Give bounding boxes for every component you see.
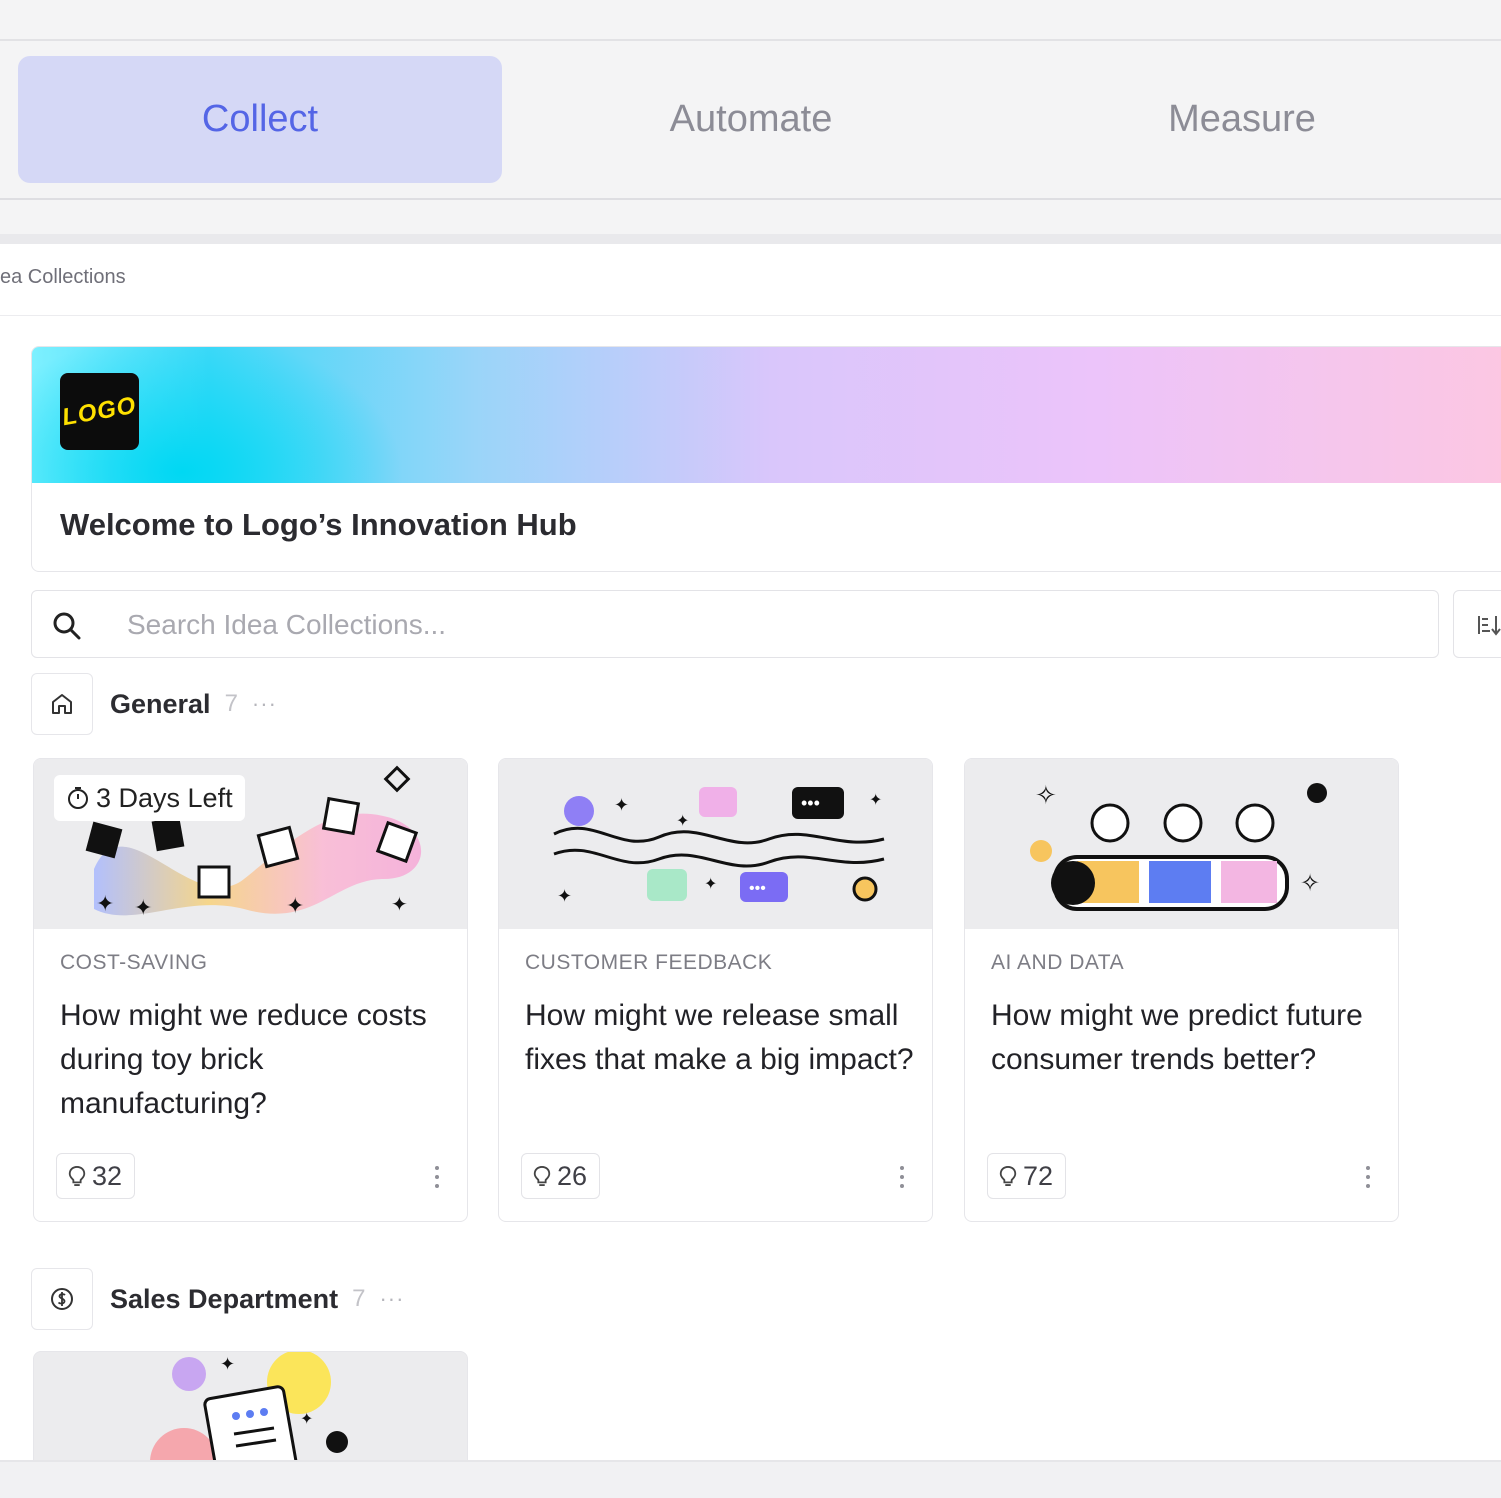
idea-collection-card[interactable]: ✦ ✦ ✦ ✦ 3 Days Left COST-SAVING How migh… <box>33 758 468 1222</box>
dollar-icon <box>51 1288 73 1310</box>
logo-text: LOGO <box>60 391 139 431</box>
lightbulbs-illustration: ✧ ✧ <box>1030 780 1327 911</box>
breadcrumb[interactable]: ea Collections <box>0 266 126 289</box>
company-logo: LOGO <box>60 373 139 450</box>
svg-text:✦: ✦ <box>96 891 114 916</box>
group-name: Sales Department <box>110 1283 339 1314</box>
group-header-sales-department[interactable]: Sales Department 7 ··· <box>31 1268 404 1330</box>
card-category: AI AND DATA <box>991 951 1125 974</box>
idea-count: 32 <box>56 1153 136 1199</box>
group-name: General <box>110 688 211 719</box>
svg-text:✦: ✦ <box>300 1411 313 1428</box>
svg-text:•••: ••• <box>801 793 820 813</box>
svg-text:✦: ✦ <box>391 894 408 916</box>
svg-text:✦: ✦ <box>676 813 689 830</box>
idea-collection-card[interactable]: ✦ ✦ <box>33 1351 468 1460</box>
card-category: COST-SAVING <box>60 951 208 974</box>
search-bar <box>31 590 1439 658</box>
group-more-button[interactable]: ··· <box>252 691 277 717</box>
timer-icon <box>68 787 88 809</box>
group-count: 7 <box>352 1285 366 1312</box>
card-title: How might we reduce costs during toy bri… <box>60 999 427 1120</box>
svg-text:✦: ✦ <box>134 895 152 920</box>
idea-count-value: 32 <box>92 1160 123 1191</box>
card-menu-button[interactable] <box>894 1157 910 1197</box>
svg-text:•••: ••• <box>749 880 766 897</box>
page-title: Welcome to Logo’s Innovation Hub <box>60 507 577 542</box>
idea-count-value: 26 <box>557 1160 588 1191</box>
tab-measure[interactable]: Measure <box>1000 56 1484 183</box>
group-more-button[interactable]: ··· <box>379 1286 404 1312</box>
sort-icon <box>1478 616 1501 636</box>
group-count: 7 <box>224 690 238 717</box>
bottom-band <box>0 1460 1501 1498</box>
card-illustration: ✧ ✧ <box>965 759 1398 929</box>
tab-bar: Collect Automate Measure <box>0 41 1501 199</box>
tab-automate[interactable]: Automate <box>509 56 993 183</box>
banner-gradient <box>32 347 1501 483</box>
deadline-badge: 3 Days Left <box>54 775 245 821</box>
idea-collection-card[interactable]: ✧ ✧ AI AND DATA How might we predict fut… <box>964 758 1399 1222</box>
svg-text:✧: ✧ <box>1300 870 1320 897</box>
lightbulb-icon <box>68 1165 86 1186</box>
home-icon <box>52 694 72 714</box>
card-illustration: ✦ ✦ ✦ ✦ 3 Days Left <box>34 759 467 929</box>
idea-collection-card[interactable]: ••• ••• ✦ ✦ ✦ ✦ ✦ CUSTOMER FEEDBACK How … <box>498 758 933 1222</box>
card-illustration: ✦ ✦ <box>150 1352 348 1460</box>
card-title: How might we release small fixes that ma… <box>525 999 914 1076</box>
divider <box>0 198 1501 200</box>
card-category: CUSTOMER FEEDBACK <box>525 951 773 974</box>
svg-text:✦: ✦ <box>869 792 882 809</box>
card-title: How might we predict future consumer tre… <box>991 999 1363 1076</box>
hub-banner: LOGO Welcome to Logo’s Innovation Hub <box>31 346 1501 572</box>
search-input[interactable] <box>127 605 1127 645</box>
group-header-general[interactable]: General 7 ··· <box>31 673 277 735</box>
svg-text:✧: ✧ <box>1035 780 1057 810</box>
svg-text:✦: ✦ <box>220 1354 235 1374</box>
svg-text:✦: ✦ <box>557 886 572 906</box>
main-panel: ea Collections LOGO Welcome to Logo’s In… <box>0 244 1501 1460</box>
divider <box>0 234 1501 244</box>
svg-text:✦: ✦ <box>704 876 717 893</box>
lightbulb-icon <box>533 1165 551 1186</box>
idea-count-value: 72 <box>1023 1160 1054 1191</box>
deadline-text: 3 Days Left <box>96 782 233 813</box>
search-icon <box>53 612 81 640</box>
divider <box>0 315 1501 316</box>
group-icon-box <box>31 1268 93 1330</box>
idea-count: 72 <box>987 1153 1067 1199</box>
idea-count: 26 <box>521 1153 601 1199</box>
group-icon-box <box>31 673 93 735</box>
card-menu-button[interactable] <box>429 1157 445 1197</box>
svg-text:✦: ✦ <box>286 893 304 918</box>
card-menu-button[interactable] <box>1360 1157 1376 1197</box>
tab-collect[interactable]: Collect <box>18 56 502 183</box>
sort-button[interactable] <box>1453 590 1501 658</box>
svg-text:✦: ✦ <box>614 795 629 815</box>
card-illustration: ••• ••• ✦ ✦ ✦ ✦ ✦ <box>499 759 932 929</box>
lightbulb-icon <box>999 1165 1017 1186</box>
feedback-illustration: ••• ••• ✦ ✦ ✦ ✦ ✦ <box>553 787 885 906</box>
